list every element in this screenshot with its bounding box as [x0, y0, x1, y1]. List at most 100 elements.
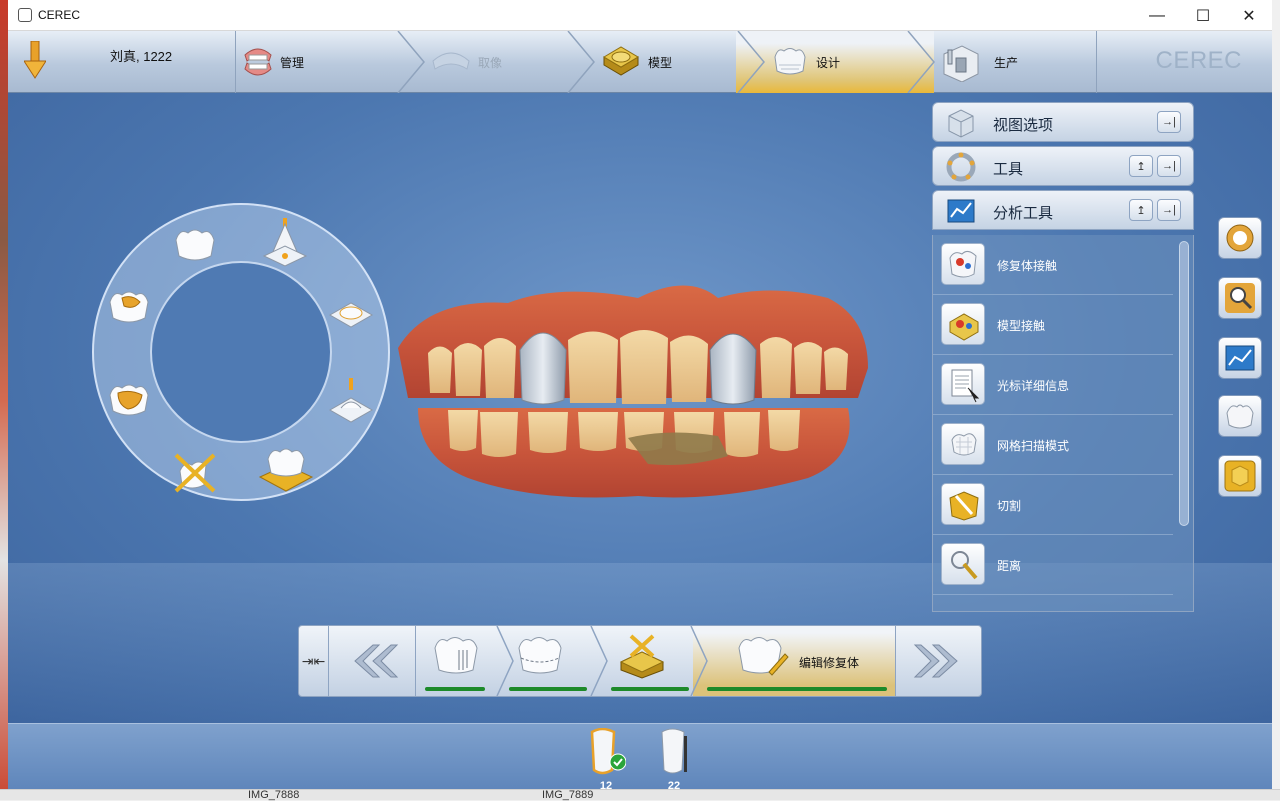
step-manufacture[interactable]: 生产	[940, 31, 1090, 93]
crown-12[interactable]	[519, 332, 567, 405]
quick-zoom-button[interactable]	[1218, 277, 1262, 319]
step-manufacture-label: 生产	[994, 55, 1019, 70]
step-progress-bar	[611, 687, 689, 691]
quick-tools-button[interactable]	[1218, 217, 1262, 259]
tool-label: 切割	[997, 499, 1022, 513]
analysis-tools-panel[interactable]: 分析工具 ↥ →|	[932, 190, 1194, 230]
step-design[interactable]: 设计	[770, 31, 910, 93]
edit-restoration-label: 编辑修复体	[799, 656, 860, 670]
previous-step-button[interactable]	[331, 626, 415, 696]
minimize-button[interactable]: —	[1134, 0, 1180, 31]
pin-right-button[interactable]: →|	[1157, 199, 1181, 221]
analysis-chart-icon	[947, 199, 975, 223]
tool-model-contacts[interactable]: 模型接触	[933, 295, 1173, 355]
view-cube-icon	[948, 109, 974, 138]
milling-unit-icon	[943, 45, 979, 82]
jaw-scan-model[interactable]	[388, 278, 878, 508]
quick-teeth-button[interactable]	[1218, 395, 1262, 437]
step-design-label: 设计	[816, 55, 841, 70]
design-step-3[interactable]	[603, 626, 695, 696]
analysis-chart-icon	[1225, 345, 1255, 371]
teeth-icon	[1226, 404, 1254, 429]
background-filmstrip: IMG_7888 IMG_7889	[0, 789, 1280, 801]
upper-teeth	[428, 330, 848, 404]
magnifier-icon	[1225, 283, 1255, 313]
tool-label: 光标详细信息	[997, 379, 1070, 393]
ring-center	[150, 261, 332, 443]
step-separator	[737, 31, 765, 93]
title-bar: CEREC — ☐ ✕	[8, 0, 1272, 31]
model-contact-icon	[941, 303, 985, 345]
tools-ring-icon	[946, 152, 976, 182]
app-logo-icon	[18, 8, 32, 22]
collapse-up-button[interactable]: ↥	[1129, 199, 1153, 221]
filmstrip-label: IMG_7889	[542, 789, 594, 801]
dentures-icon	[244, 48, 272, 76]
crown-tooth-icon[interactable]	[172, 226, 218, 266]
restoration-tooth-12[interactable]: 12	[586, 727, 627, 792]
quick-cube-button[interactable]	[1218, 455, 1262, 497]
crown-preparation-icon	[434, 637, 478, 674]
tool-list-scrollbar[interactable]	[1179, 241, 1189, 526]
inlay-tooth-icon[interactable]	[106, 288, 152, 328]
crown-22[interactable]	[709, 333, 757, 405]
step-acquire[interactable]: 取像	[430, 31, 570, 93]
double-chevron-left-icon	[354, 644, 399, 678]
step-model[interactable]: 模型	[600, 31, 740, 93]
design-step-edit-restoration[interactable]: 编辑修复体	[703, 626, 895, 696]
collapse-strip-button[interactable]: ⇥⇤	[299, 626, 329, 696]
tool-label: 距离	[997, 559, 1022, 573]
insertion-axis-margin-icon[interactable]	[328, 378, 374, 426]
divider	[895, 626, 896, 696]
close-button[interactable]: ✕	[1226, 0, 1272, 31]
design-step-2[interactable]	[501, 626, 593, 696]
tool-label: 修复体接触	[997, 259, 1058, 273]
clip-icon	[941, 483, 985, 525]
cursor-details-icon	[941, 363, 985, 405]
step-progress-bar	[425, 687, 485, 691]
restoration-selector-bar: 12 22	[8, 723, 1272, 792]
collapse-up-button[interactable]: ↥	[1129, 155, 1153, 177]
analysis-tool-list: 修复体接触 模型接触 光标详细信息 网格扫描模式 切割 距离	[932, 235, 1194, 612]
preparation-margin-icon[interactable]	[328, 293, 374, 333]
tools-panel[interactable]: 工具 ↥ →|	[932, 146, 1194, 186]
view-options-panel[interactable]: 视图选项 →|	[932, 102, 1194, 142]
tool-cursor-details[interactable]: 光标详细信息	[933, 355, 1173, 415]
step-manage[interactable]: 管理	[240, 31, 400, 93]
window-title: CEREC	[38, 8, 81, 22]
filmstrip-label: IMG_7888	[248, 789, 300, 801]
step-separator	[397, 31, 425, 93]
tool-clip[interactable]: 切割	[933, 475, 1173, 535]
patient-step[interactable]: 刘真, 1222	[8, 31, 236, 93]
design-step-1[interactable]	[417, 626, 501, 696]
model-axis-icon	[619, 634, 665, 679]
restoration-tooth-22[interactable]: 22	[654, 728, 694, 792]
next-step-button[interactable]	[897, 626, 981, 696]
pin-right-button[interactable]: →|	[1157, 155, 1181, 177]
patient-name: 刘真, 1222	[110, 49, 173, 64]
onlay-tooth-icon[interactable]	[106, 381, 152, 421]
copy-line-icon[interactable]	[172, 451, 218, 495]
insertion-axis-icon[interactable]	[262, 218, 308, 268]
tool-mesh-scan-mode[interactable]: 网格扫描模式	[933, 415, 1173, 475]
proposal-tooth-icon[interactable]	[258, 443, 314, 495]
step-progress-bar	[707, 687, 887, 691]
maximize-button[interactable]: ☐	[1180, 0, 1226, 31]
design-step-ring	[92, 203, 390, 501]
edit-restoration-icon	[738, 637, 789, 676]
back-arrow-icon	[24, 41, 46, 79]
3d-viewport[interactable]: 视图选项 →| 工具 ↥ →| 分析工具 ↥ →| 修复体接触 模型接触 光标详…	[8, 93, 1272, 723]
design-step-strip: ⇥⇤ 编辑修复体	[298, 625, 982, 697]
mesh-scan-icon	[941, 423, 985, 465]
view-options-title: 视图选项	[993, 117, 1054, 134]
analysis-tools-title: 分析工具	[993, 205, 1054, 222]
tool-distance[interactable]: 距离	[933, 535, 1173, 595]
tool-restoration-contacts[interactable]: 修复体接触	[933, 235, 1173, 295]
tool-label: 网格扫描模式	[997, 439, 1070, 453]
pin-right-button[interactable]: →|	[1157, 111, 1181, 133]
step-progress-bar	[509, 687, 587, 691]
tools-ring-icon	[1226, 224, 1254, 252]
tool-partial	[933, 595, 1173, 611]
quick-analysis-button[interactable]	[1218, 337, 1262, 379]
workflow-bar: 刘真, 1222 管理 取像 模型 设计 生产 CEREC	[8, 31, 1272, 93]
